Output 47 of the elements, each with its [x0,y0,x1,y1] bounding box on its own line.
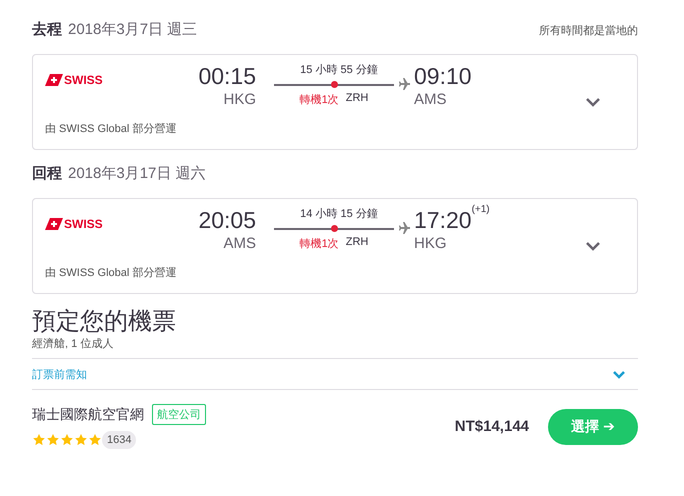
stops-count: 轉機1次 [300,93,339,107]
provider-name: 瑞士國際航空官網 [32,406,144,424]
arrival-airport: HKG [414,234,448,254]
flag-icon [45,74,63,86]
star-icon [46,433,60,447]
chevron-down-icon[interactable] [612,370,626,378]
airline-logo: SWISS [45,73,145,87]
leg-date: 2018年3月7日 週三 [68,20,198,39]
timezone-note: 所有時間都是當地的 [539,24,638,38]
departure-airport: HKG [223,90,256,110]
flight-duration: 15 小時 55 分鐘 [300,63,378,78]
stop-dot [331,225,338,232]
leg-label: 去程 [32,20,62,39]
day-offset: (+1) [472,204,490,215]
flag-icon [45,218,63,230]
operated-by-text: 由 SWISS Global 部分營運 [45,266,178,280]
price: NT$14,144 [454,418,529,435]
stop-airport: ZRH [346,92,368,106]
leg-label: 回程 [32,164,62,183]
departure-time: 20:05 [198,206,256,234]
flight-duration: 14 小時 15 分鐘 [300,207,378,222]
star-icon [74,433,88,447]
plane-icon [398,78,410,90]
departure-time: 00:15 [198,62,256,90]
operated-by-text: 由 SWISS Global 部分營運 [45,122,178,136]
stops-count: 轉機1次 [300,237,339,251]
booking-title: 預定您的機票 [32,308,177,336]
airline-logo: SWISS [45,217,145,231]
booking-subtitle: 經濟艙, 1 位成人 [32,336,114,351]
star-icon [32,433,46,447]
arrival-airport: AMS [414,90,448,110]
arrival-time: 17:20 [414,206,472,234]
stop-airport: ZRH [346,236,368,250]
star-icon [60,433,74,447]
plane-icon [398,222,410,234]
chevron-down-icon[interactable] [585,97,601,107]
arrival-time: 09:10 [414,62,472,90]
leg-date: 2018年3月17日 週六 [68,164,206,183]
departure-airport: AMS [223,234,256,254]
stop-dot [331,81,338,88]
notice-row[interactable]: 訂票前需知 [32,358,638,390]
notice-link[interactable]: 訂票前需知 [32,366,87,382]
review-count: 1634 [102,431,136,449]
select-button[interactable]: 選擇 ➔ [548,408,638,444]
star-icon [88,433,102,447]
chevron-down-icon[interactable] [585,241,601,251]
provider-tag: 航空公司 [152,404,206,425]
